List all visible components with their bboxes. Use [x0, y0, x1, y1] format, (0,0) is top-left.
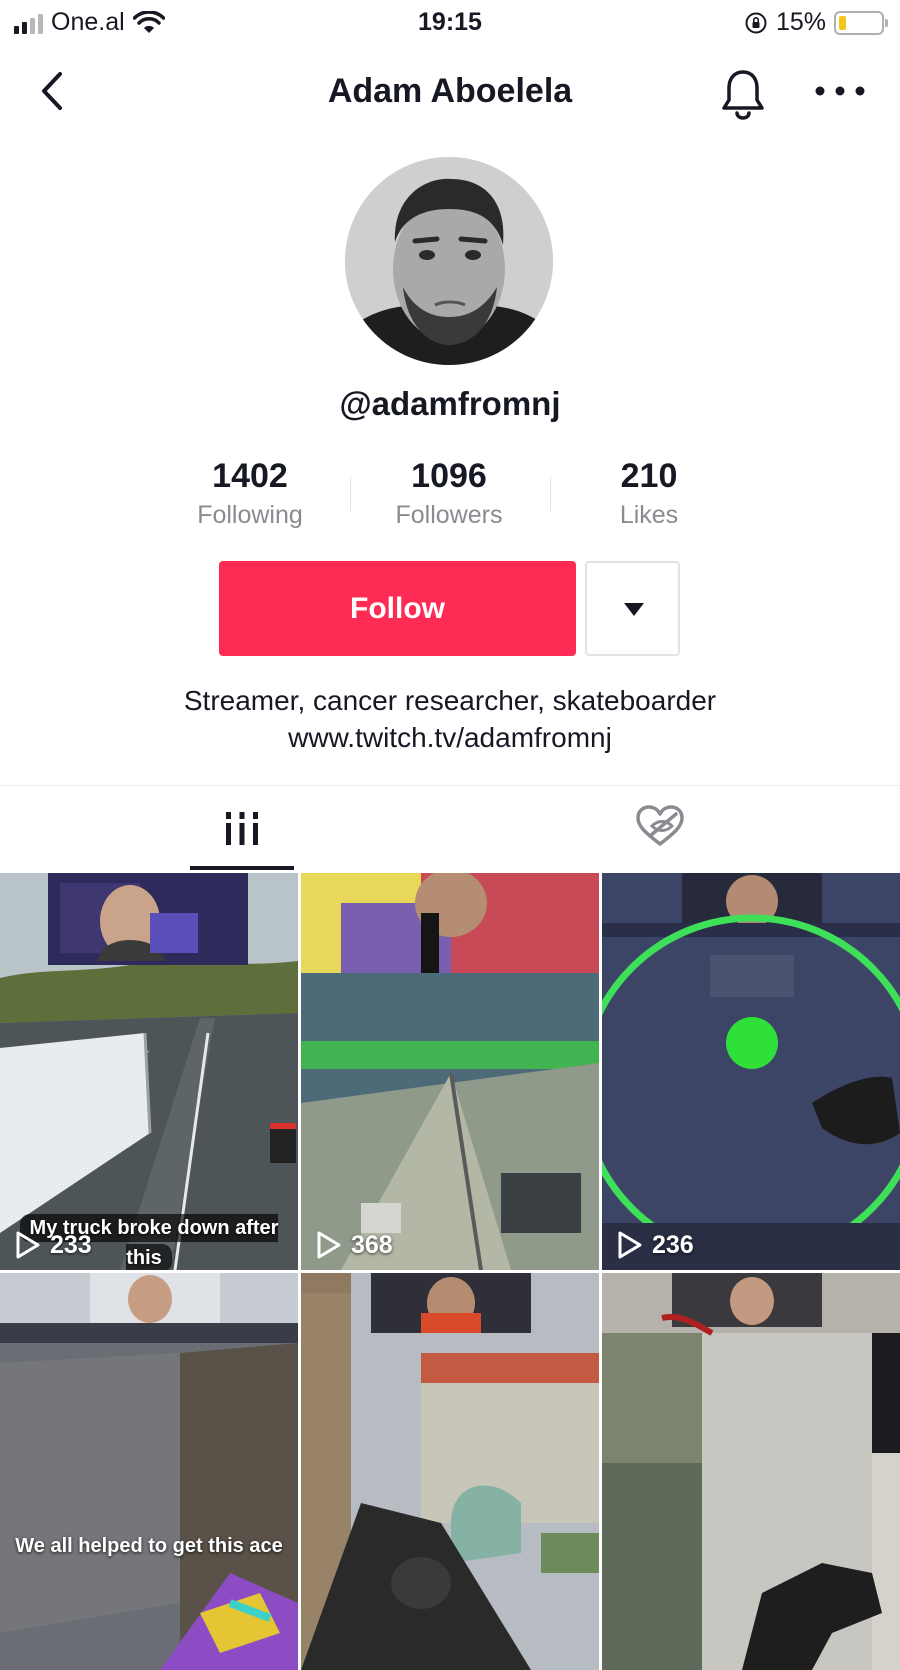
view-count: 236 — [616, 1230, 694, 1260]
stat-divider — [350, 477, 351, 511]
view-count: 233 — [14, 1230, 92, 1260]
video-thumbnail[interactable] — [301, 1273, 599, 1670]
stat-label: Followers — [395, 501, 503, 529]
view-count-label: 236 — [652, 1230, 694, 1259]
liked-hidden-icon — [636, 805, 684, 846]
view-count: 368 — [315, 1230, 393, 1260]
divider — [0, 785, 900, 786]
tab-liked[interactable] — [600, 788, 720, 870]
view-count-label: 368 — [351, 1230, 393, 1259]
profile-header: Adam Aboelela — [0, 52, 900, 132]
video-thumbnail[interactable]: 236 — [602, 873, 900, 1270]
stat-likes[interactable]: 210 Likes — [564, 455, 734, 530]
videos-grid-icon — [226, 812, 258, 845]
play-icon — [618, 1231, 642, 1259]
stat-divider — [550, 477, 551, 511]
orientation-lock-icon — [745, 12, 767, 33]
profile-handle: @adamfromnj — [339, 385, 561, 422]
bell-icon[interactable] — [718, 66, 768, 120]
avatar[interactable] — [345, 157, 553, 365]
stat-value: 1402 — [212, 457, 288, 495]
stat-followers[interactable]: 1096 Followers — [364, 455, 534, 530]
video-thumbnail[interactable]: My truck broke down after this 233 — [0, 873, 298, 1270]
stat-following[interactable]: 1402 Following — [165, 455, 335, 530]
video-thumbnail[interactable]: We all helped to get this ace — [0, 1273, 298, 1670]
video-caption: We all helped to get this ace — [15, 1535, 283, 1557]
bio-link[interactable]: www.twitch.tv/adamfromnj — [0, 719, 900, 756]
suggested-accounts-dropdown-button[interactable] — [585, 561, 680, 656]
video-thumbnail[interactable] — [602, 1273, 900, 1670]
bio-text: Streamer, cancer researcher, skateboarde… — [183, 685, 717, 716]
stat-value: 1096 — [411, 457, 487, 495]
view-count-label: 233 — [50, 1230, 92, 1259]
play-icon — [16, 1231, 40, 1259]
battery-icon — [834, 10, 888, 35]
stat-label: Likes — [619, 501, 679, 529]
video-thumbnail[interactable]: 368 — [301, 873, 599, 1270]
follow-button[interactable]: Follow — [219, 561, 576, 656]
battery-percent: 15% — [775, 8, 826, 36]
video-grid: My truck broke down after this 233 368 2… — [0, 873, 900, 1670]
more-icon[interactable] — [812, 76, 868, 106]
play-icon — [317, 1231, 341, 1259]
stat-label: Following — [197, 501, 303, 529]
caret-down-icon — [624, 603, 644, 616]
active-tab-indicator — [190, 866, 294, 870]
stat-value: 210 — [620, 457, 678, 495]
profile-bio: Streamer, cancer researcher, skateboarde… — [0, 682, 900, 756]
status-bar: One.al 19:15 15% — [0, 0, 900, 46]
tab-videos[interactable] — [190, 788, 294, 870]
